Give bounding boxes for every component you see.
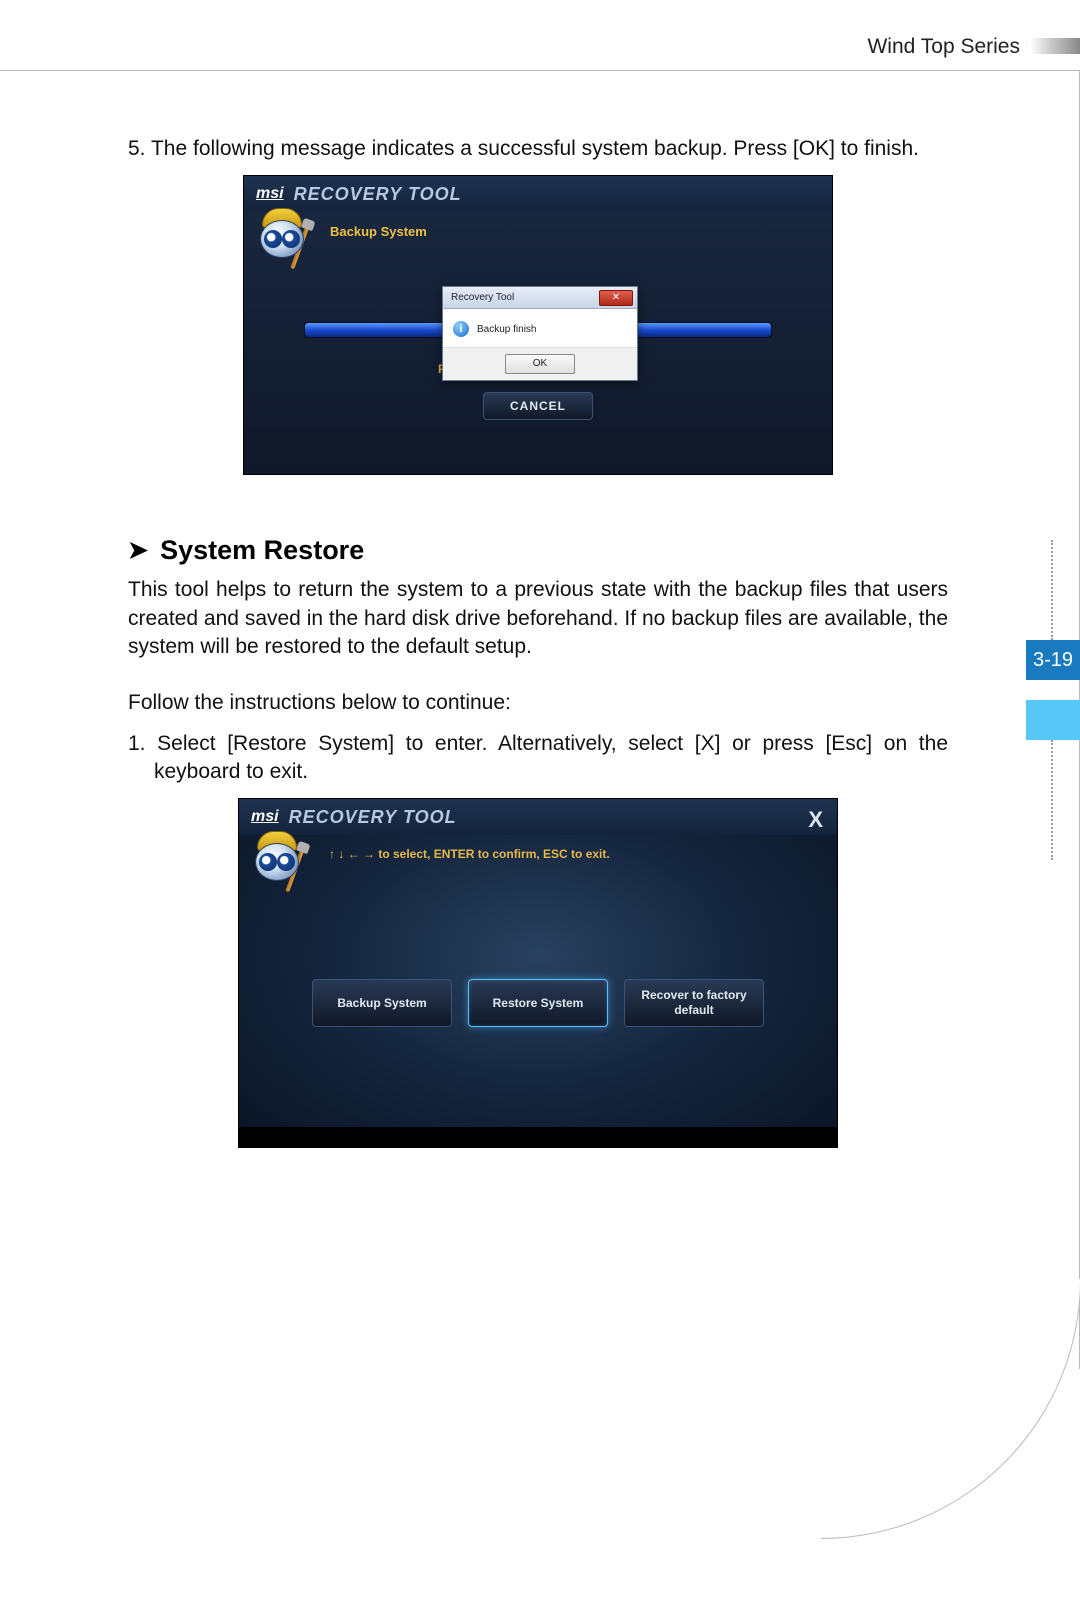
app-title-bar: msi Recovery Tool <box>244 176 832 212</box>
screenshot-backup-finish: msi Recovery Tool Backup System Syste m … <box>243 175 833 475</box>
screenshot-restore-menu: msi Recovery Tool X ↑ ↓ ← → to select, E… <box>238 798 838 1148</box>
dialog-title-text: Recovery Tool <box>451 292 514 303</box>
dialog-message: Backup finish <box>477 324 536 335</box>
close-icon[interactable]: X <box>808 807 823 833</box>
follow-instructions: Follow the instructions below to continu… <box>128 689 948 717</box>
option-row: Backup System Restore System Recover to … <box>239 979 837 1027</box>
mascot-icon <box>252 206 312 276</box>
backup-system-button[interactable]: Backup System <box>312 979 452 1027</box>
dotted-line-bottom <box>1051 740 1053 860</box>
app-title-2: Recovery Tool <box>289 807 457 828</box>
page-accent-tab <box>1026 700 1080 740</box>
bottom-bar <box>239 1127 837 1147</box>
heading-title: System Restore <box>160 535 364 566</box>
backup-finish-dialog: Recovery Tool ✕ i Backup finish OK <box>442 286 638 381</box>
nav-instructions: ↑ ↓ ← → to select, ENTER to confirm, ESC… <box>329 847 610 861</box>
page-corner-curve <box>821 1279 1080 1539</box>
step5-text: 5. The following message indicates a suc… <box>128 135 948 163</box>
dialog-footer: OK <box>443 347 637 380</box>
content-area: 5. The following message indicates a suc… <box>128 135 948 1148</box>
app-title: Recovery Tool <box>294 184 462 205</box>
dialog-body: i Backup finish <box>443 309 637 347</box>
restore-system-button[interactable]: Restore System <box>468 979 608 1027</box>
dotted-line-top <box>1051 540 1053 640</box>
close-icon[interactable]: ✕ <box>599 290 633 306</box>
mascot-icon-2 <box>247 829 307 899</box>
system-restore-description: This tool helps to return the system to … <box>128 576 948 661</box>
app-title-bar-2: msi Recovery Tool <box>239 799 837 835</box>
msi-logo: msi <box>256 185 284 203</box>
cancel-button[interactable]: CANCEL <box>483 392 593 420</box>
dialog-title-bar: Recovery Tool ✕ <box>443 287 637 309</box>
backup-system-label: Backup System <box>330 224 427 239</box>
msi-logo-2: msi <box>251 808 279 826</box>
heading-arrow-icon: ➤ <box>128 536 148 565</box>
restore-step1: 1. Select [Restore System] to enter. Alt… <box>128 730 948 787</box>
header-stripe <box>1030 38 1080 54</box>
system-restore-heading: ➤ System Restore <box>128 535 948 566</box>
page-header-series: Wind Top Series <box>867 35 1020 59</box>
ok-button[interactable]: OK <box>505 354 575 374</box>
top-divider <box>0 70 1080 71</box>
info-icon: i <box>453 321 469 337</box>
page-number-tab: 3-19 <box>1026 640 1080 680</box>
recover-factory-button[interactable]: Recover to factory default <box>624 979 764 1027</box>
